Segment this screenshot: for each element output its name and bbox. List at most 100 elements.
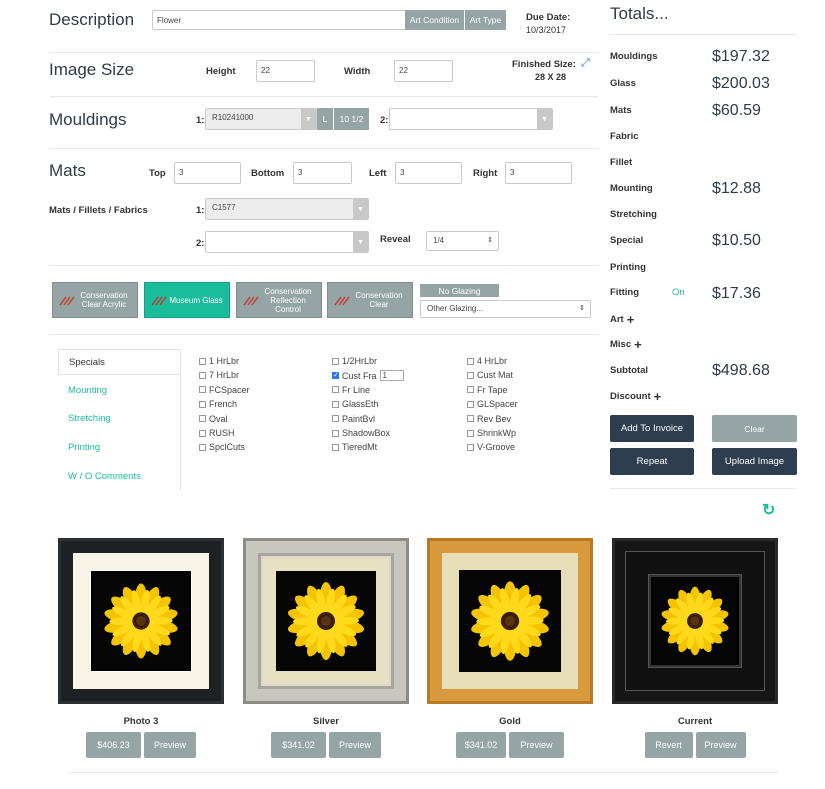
special-checkbox-rev-bev[interactable]: Rev Bev bbox=[467, 414, 511, 424]
special-checkbox-fr-line[interactable]: Fr Line bbox=[332, 385, 370, 395]
checkbox-icon[interactable] bbox=[467, 386, 474, 394]
refresh-icon[interactable]: ↻ bbox=[762, 500, 775, 520]
fitting-status[interactable]: On bbox=[672, 287, 685, 298]
checkbox-icon[interactable] bbox=[467, 415, 474, 423]
moulding-size-button[interactable]: 10 1/2 bbox=[334, 108, 369, 130]
preview-button[interactable]: Preview bbox=[509, 732, 564, 758]
totals-art-row[interactable]: Art + bbox=[610, 313, 635, 326]
checkbox-icon[interactable] bbox=[467, 443, 474, 451]
checkbox-icon[interactable] bbox=[467, 429, 474, 437]
special-checkbox-shadowbox[interactable]: ShadowBox bbox=[332, 428, 390, 438]
checkbox-icon[interactable] bbox=[332, 357, 339, 365]
preview-button[interactable]: Preview bbox=[695, 732, 746, 758]
special-checkbox-4-hrlbr[interactable]: 4 HrLbr bbox=[467, 356, 507, 366]
width-input[interactable]: 22 bbox=[394, 60, 453, 82]
tab-stretching[interactable]: Stretching bbox=[68, 413, 111, 424]
checkbox-icon[interactable] bbox=[199, 415, 206, 423]
checkbox-icon[interactable] bbox=[199, 400, 206, 408]
checkbox-icon[interactable]: ✓ bbox=[332, 372, 339, 380]
checkbox-icon[interactable] bbox=[467, 357, 474, 365]
checkbox-icon[interactable] bbox=[332, 429, 339, 437]
checkbox-icon[interactable] bbox=[332, 400, 339, 408]
expand-icon[interactable]: ⤢ bbox=[581, 57, 590, 70]
other-glazing-select[interactable]: Other Glazing... ⇕ bbox=[420, 300, 591, 318]
special-checkbox-spclcuts[interactable]: SpclCuts bbox=[199, 442, 245, 452]
checkbox-icon[interactable] bbox=[199, 386, 206, 394]
clear-button[interactable]: Clear bbox=[712, 415, 797, 442]
tab-specials[interactable]: Specials bbox=[58, 349, 180, 375]
tab-mounting[interactable]: Mounting bbox=[68, 385, 107, 396]
checkbox-icon[interactable] bbox=[467, 371, 474, 379]
no-glazing-button[interactable]: No Glazing bbox=[420, 284, 499, 297]
mat-slot2-select[interactable]: ▼ bbox=[205, 231, 369, 253]
plus-icon[interactable]: + bbox=[634, 338, 642, 351]
checkbox-icon[interactable] bbox=[467, 400, 474, 408]
mat-slot1-select[interactable]: C1577 ▼ bbox=[205, 198, 369, 220]
special-checkbox-cust-mat[interactable]: Cust Mat bbox=[467, 370, 513, 380]
special-checkbox-fcspacer[interactable]: FCSpacer bbox=[199, 385, 250, 395]
special-checkbox-oval[interactable]: Oval bbox=[199, 414, 228, 424]
checkbox-icon[interactable] bbox=[332, 386, 339, 394]
plus-icon[interactable]: + bbox=[627, 313, 635, 326]
art-type-button[interactable]: Art Type bbox=[465, 10, 506, 30]
tab-printing[interactable]: Printing bbox=[68, 442, 100, 453]
special-label: 1 HrLbr bbox=[209, 356, 240, 366]
mat-top-input[interactable]: 3 bbox=[174, 162, 241, 184]
plus-icon[interactable]: + bbox=[654, 390, 662, 403]
special-checkbox-rush[interactable]: RUSH bbox=[199, 428, 235, 438]
price-button[interactable]: $341.02 bbox=[456, 732, 506, 758]
checkbox-icon[interactable] bbox=[199, 357, 206, 365]
special-checkbox-v-groove[interactable]: V-Groove bbox=[467, 442, 515, 452]
art-condition-button[interactable]: Art Condition bbox=[405, 10, 464, 30]
special-checkbox-fr-tape[interactable]: Fr Tape bbox=[467, 385, 507, 395]
tab-wo-comments[interactable]: W / O Comments bbox=[68, 471, 141, 482]
totals-misc-row[interactable]: Misc + bbox=[610, 338, 642, 351]
checkbox-icon[interactable] bbox=[332, 443, 339, 451]
reveal-select[interactable]: 1/4 ⇕ bbox=[426, 231, 499, 251]
totals-discount-label: Discount bbox=[610, 391, 651, 402]
mat-bottom-input[interactable]: 3 bbox=[293, 162, 352, 184]
glazing-option-conservation-clear[interactable]: Conservation Clear bbox=[327, 282, 413, 318]
special-checkbox-glasseth[interactable]: GlassEth bbox=[332, 399, 379, 409]
totals-mats-label: Mats bbox=[610, 105, 632, 116]
checkbox-icon[interactable] bbox=[199, 429, 206, 437]
special-checkbox-1-hrlbr[interactable]: 1 HrLbr bbox=[199, 356, 239, 366]
checkbox-icon[interactable] bbox=[332, 415, 339, 423]
special-checkbox-7-hrlbr[interactable]: 7 HrLbr bbox=[199, 370, 239, 380]
moulding-l-button[interactable]: L bbox=[317, 108, 333, 130]
price-button[interactable]: $406.23 bbox=[86, 732, 141, 758]
due-date-label: Due Date: bbox=[526, 12, 571, 23]
special-checkbox-french[interactable]: French bbox=[199, 399, 237, 409]
cust-fra-quantity-input[interactable]: 1 bbox=[379, 370, 404, 382]
special-checkbox-paintbvl[interactable]: PaintBvl bbox=[332, 414, 375, 424]
height-label: Height bbox=[206, 66, 236, 77]
totals-discount-row[interactable]: Discount + bbox=[610, 390, 662, 403]
totals-special-label: Special bbox=[610, 235, 644, 246]
special-checkbox-shrinkwp[interactable]: ShrinkWp bbox=[467, 428, 516, 438]
preview-button[interactable]: Preview bbox=[329, 732, 381, 758]
finished-size-value: 28 X 28 bbox=[535, 72, 567, 82]
special-checkbox-cust-fra[interactable]: ✓ Cust Fra 1 bbox=[332, 370, 404, 382]
upload-image-button[interactable]: Upload Image bbox=[712, 448, 797, 475]
glazing-option-conservation-reflection-control[interactable]: Conservation Reflection Control bbox=[236, 282, 322, 318]
totals-mats-value: $60.59 bbox=[712, 102, 761, 119]
mat-right-input[interactable]: 3 bbox=[505, 162, 572, 184]
special-checkbox-tieredmt[interactable]: TieredMt bbox=[332, 442, 377, 452]
repeat-button[interactable]: Repeat bbox=[610, 448, 694, 475]
add-to-invoice-button[interactable]: Add To Invoice bbox=[610, 415, 694, 442]
checkbox-icon[interactable] bbox=[199, 371, 206, 379]
special-label: PaintBvl bbox=[342, 413, 376, 424]
revert-button[interactable]: Revert bbox=[644, 732, 693, 758]
moulding-slot1-select[interactable]: R10241000 ▼ bbox=[205, 108, 317, 130]
special-checkbox-1-2hrlbr[interactable]: 1/2HrLbr bbox=[332, 356, 377, 366]
moulding-slot2-select[interactable]: ▼ bbox=[389, 108, 553, 130]
checkbox-icon[interactable] bbox=[199, 443, 206, 451]
special-checkbox-glspacer[interactable]: GLSpacer bbox=[467, 399, 518, 409]
height-input[interactable]: 22 bbox=[256, 60, 315, 82]
glazing-option-museum-glass[interactable]: Museum Glass bbox=[144, 282, 230, 318]
glazing-option-conservation-clear-acrylic[interactable]: Conservation Clear Acrylic bbox=[52, 282, 138, 318]
description-input[interactable]: Flower bbox=[152, 10, 406, 30]
price-button[interactable]: $341.02 bbox=[271, 732, 326, 758]
mat-left-input[interactable]: 3 bbox=[395, 162, 462, 184]
preview-button[interactable]: Preview bbox=[144, 732, 196, 758]
